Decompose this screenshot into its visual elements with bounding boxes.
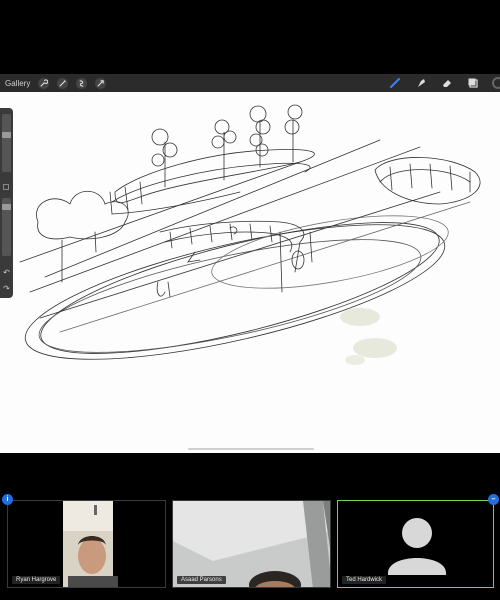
home-indicator (188, 448, 314, 450)
right-tools (388, 74, 500, 92)
participant-name: Asaad Parsons (177, 576, 226, 584)
opacity-slider[interactable] (2, 198, 11, 256)
sketch-drawing (19, 104, 481, 365)
gallery-button[interactable]: Gallery (5, 79, 30, 88)
participant-tile-active-speaker[interactable]: Ted Hardwick (337, 500, 494, 588)
undo-icon[interactable]: ↶ (2, 268, 11, 277)
participant-tile[interactable]: Asaad Parsons (172, 500, 331, 588)
magic-wand-icon[interactable] (57, 77, 69, 89)
opacity-thumb[interactable] (2, 204, 11, 210)
options-badge-icon[interactable]: – (488, 494, 499, 505)
layers-icon[interactable] (466, 76, 480, 90)
participant-name: Ted Hardwick (342, 576, 387, 584)
modify-button[interactable] (3, 184, 9, 190)
selection-icon[interactable] (76, 77, 88, 89)
redo-icon[interactable]: ↷ (2, 284, 11, 293)
eraser-icon[interactable] (440, 76, 454, 90)
brush-size-slider[interactable] (2, 114, 11, 172)
avatar-placeholder-icon (388, 518, 446, 575)
procreate-toolbar: Gallery (0, 74, 500, 92)
brush-icon[interactable] (388, 76, 402, 90)
brush-size-thumb[interactable] (2, 132, 11, 138)
transform-arrow-icon[interactable] (95, 77, 107, 89)
drawing-canvas[interactable] (0, 92, 500, 453)
smudge-icon[interactable] (414, 76, 428, 90)
wrench-icon[interactable] (38, 77, 50, 89)
color-picker-icon[interactable] (492, 77, 500, 89)
participant-tile[interactable]: Ryan Hargrove (7, 500, 166, 588)
brush-sidebar: ↶ ↷ (0, 108, 13, 298)
participant-name: Ryan Hargrove (12, 576, 61, 584)
video-feed (63, 501, 118, 587)
video-feed (173, 501, 330, 587)
info-badge-icon[interactable]: i (2, 494, 13, 505)
